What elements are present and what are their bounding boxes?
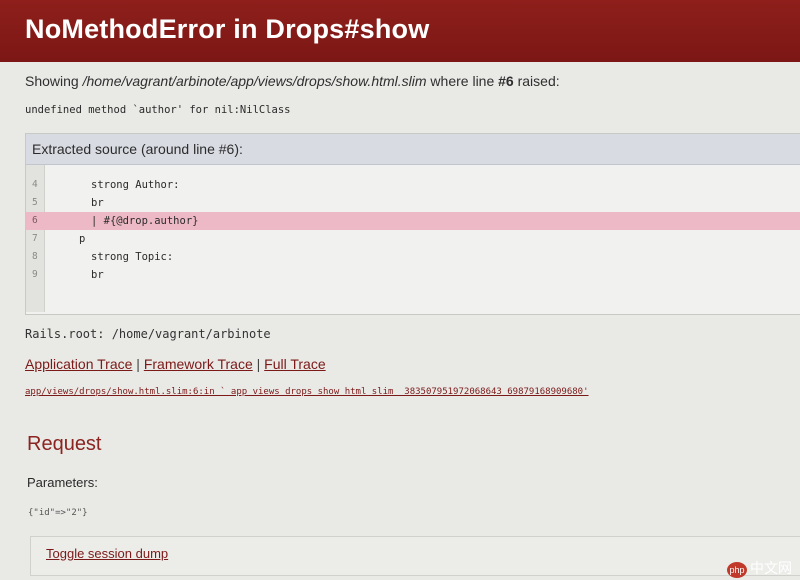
application-trace-link[interactable]: Application Trace (25, 356, 132, 372)
line-number: 6 (32, 215, 38, 226)
request-heading: Request (27, 433, 102, 455)
line-number: 7 (32, 233, 38, 244)
error-line-number: #6 (498, 73, 514, 89)
parameters-label: Parameters: (27, 475, 98, 490)
line-code: br (91, 269, 104, 281)
line-code: | #{@drop.author} (91, 215, 199, 227)
trace-links: Application Trace | Framework Trace | Fu… (25, 356, 326, 372)
line-code: strong Topic: (91, 251, 174, 263)
framework-trace-link[interactable]: Framework Trace (144, 356, 253, 372)
source-line: 8 strong Topic: (26, 248, 800, 266)
line-number: 4 (32, 179, 38, 190)
template-path: /home/vagrant/arbinote/app/views/drops/s… (82, 73, 427, 89)
line-number: 8 (32, 251, 38, 262)
showing-line: Showing /home/vagrant/arbinote/app/views… (25, 73, 560, 89)
site-watermark: php 中文网 (727, 558, 792, 578)
source-line: 4 strong Author: (26, 176, 800, 194)
error-message: undefined method `author' for nil:NilCla… (25, 104, 291, 116)
extracted-source-title: Extracted source (around line #6): (26, 134, 800, 165)
toggle-session-dump-link[interactable]: Toggle session dump (46, 546, 168, 561)
parameters-value: {"id"=>"2"} (28, 508, 88, 518)
showing-prefix: Showing (25, 73, 83, 89)
line-code: br (91, 197, 104, 209)
full-trace-link[interactable]: Full Trace (264, 356, 325, 372)
line-code: strong Author: (91, 179, 180, 191)
showing-middle: where line (426, 73, 499, 89)
highlighted-source-line: 6 | #{@drop.author} (26, 212, 800, 230)
line-code: p (79, 233, 86, 245)
source-line: 7p (26, 230, 800, 248)
rails-root: Rails.root: /home/vagrant/arbinote (25, 327, 271, 341)
session-dump-box: Toggle session dump (30, 536, 800, 576)
watermark-badge: php (727, 562, 747, 578)
error-header: NoMethodError in Drops#show (0, 0, 800, 62)
line-number: 5 (32, 197, 38, 208)
trace-entry-link[interactable]: app/views/drops/show.html.slim:6:in `_ap… (25, 387, 589, 397)
extracted-source-panel: Extracted source (around line #6): 4 stro… (25, 133, 800, 315)
showing-suffix: raised: (513, 73, 560, 89)
page-title: NoMethodError in Drops#show (25, 14, 430, 44)
trace-separator: | (132, 356, 144, 372)
watermark-text: 中文网 (750, 560, 792, 576)
source-line: 9 br (26, 266, 800, 284)
trace-separator: | (252, 356, 265, 372)
line-number: 9 (32, 269, 38, 280)
source-line: 5 br (26, 194, 800, 212)
